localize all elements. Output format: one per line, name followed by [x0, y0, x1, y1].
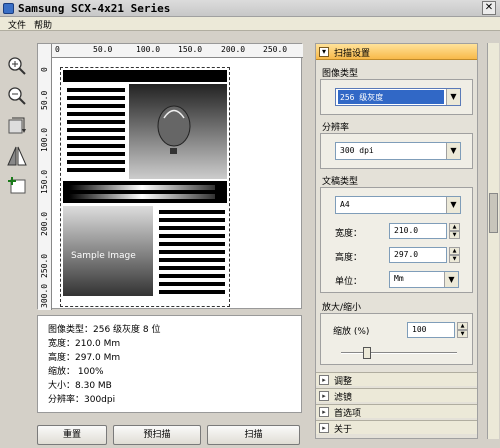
ruler-label: 300.0 [40, 283, 49, 308]
resolution-group: 300 dpi ▼ [320, 133, 473, 169]
height-stepper[interactable]: ▲ ▼ [449, 247, 460, 263]
scrollbar-thumb[interactable] [489, 193, 498, 233]
ruler-label: 50.0 [40, 90, 49, 110]
ruler-label: 150.0 [178, 45, 203, 54]
doc-type-label: 文稿类型 [322, 177, 359, 187]
image-type-group: 256 级灰度 ▼ [320, 79, 473, 115]
flip-icon[interactable] [6, 145, 28, 167]
section-about[interactable]: ▸ 关于 [316, 420, 477, 435]
panel-scrollbar[interactable] [487, 43, 499, 439]
expand-icon[interactable]: ▸ [319, 391, 329, 401]
prescan-button[interactable]: 预扫描 [113, 425, 201, 445]
chevron-down-icon[interactable]: ▼ [446, 197, 460, 213]
resolution-select[interactable]: 300 dpi ▼ [335, 142, 461, 160]
resolution-label: 分辨率 [322, 123, 350, 133]
chevron-down-icon[interactable]: ▼ [444, 272, 458, 287]
zoom-slider-thumb[interactable] [363, 347, 371, 359]
unit-label: 单位： [335, 277, 363, 287]
add-scan-icon[interactable] [6, 175, 28, 197]
section-label: 滤镜 [334, 393, 353, 403]
scan-settings-header[interactable]: ▾ 扫描设置 [316, 44, 477, 60]
width-input[interactable]: 210.0 [389, 223, 447, 239]
unit-value: Mm [394, 274, 404, 283]
ruler-label: 250.0 [40, 253, 49, 278]
doc-type-select[interactable]: A4 ▼ [335, 196, 461, 214]
ruler-label: 250.0 [263, 45, 288, 54]
info-width: 宽度：210.0 Mm [48, 339, 121, 349]
collapse-icon[interactable]: ▾ [319, 47, 329, 57]
scale-group: 缩放 (%) 100 ▲ ▼ [320, 313, 473, 365]
image-type-label: 图像类型 [322, 69, 359, 79]
info-resolution: 分辨率：300dpi [48, 395, 116, 405]
section-filter[interactable]: ▸ 滤镜 [316, 388, 477, 403]
image-info-panel: 图像类型：256 级灰度 8 位 宽度：210.0 Mm 高度：297.0 Mm… [37, 315, 302, 413]
section-label: 调整 [334, 377, 353, 387]
section-adjust[interactable]: ▸ 调整 [316, 372, 477, 387]
ruler-label: 200.0 [40, 211, 49, 236]
ruler-label: 50.0 [93, 45, 113, 54]
width-label: 宽度： [335, 229, 363, 239]
panel-title: 扫描设置 [334, 49, 371, 59]
section-label: 关于 [334, 425, 353, 435]
scale-label: 放大/缩小 [322, 303, 362, 313]
doc-type-value: A4 [340, 200, 350, 209]
image-type-value: 256 级灰度 [340, 93, 384, 102]
zoom-label: 缩放 (%) [333, 327, 370, 337]
section-label: 首选项 [334, 409, 362, 419]
scan-page[interactable]: Sample Image [60, 67, 230, 307]
sample-image-text: Sample Image [71, 251, 136, 261]
menu-bar: 文件 帮助 [0, 17, 500, 31]
zoom-input[interactable]: 100 [407, 322, 455, 338]
expand-icon[interactable]: ▸ [319, 407, 329, 417]
ruler-label: 100.0 [136, 45, 161, 54]
expand-icon[interactable]: ▸ [319, 423, 329, 433]
zoom-slider-track[interactable] [341, 347, 457, 359]
sample-image: Sample Image [61, 68, 229, 306]
expand-icon[interactable]: ▸ [319, 375, 329, 385]
zoom-stepper[interactable]: ▲ ▼ [457, 322, 468, 338]
title-bar: Samsung SCX-4x21 Series ✕ [0, 0, 500, 17]
unit-select[interactable]: Mm ▼ [389, 271, 459, 288]
reset-button[interactable]: 重置 [37, 425, 107, 445]
menu-help[interactable]: 帮助 [34, 18, 52, 31]
zoom-out-icon[interactable] [6, 85, 28, 107]
window-title: Samsung SCX-4x21 Series [18, 2, 171, 15]
chevron-down-icon[interactable]: ▼ [446, 89, 460, 105]
rotate-icon[interactable] [6, 115, 28, 137]
ruler-label: 200.0 [221, 45, 246, 54]
ruler-label: 100.0 [40, 127, 49, 152]
ruler-left: 0 50.0 100.0 150.0 200.0 250.0 300.0 [38, 44, 52, 310]
ruler-label: 0 [40, 67, 49, 72]
ruler-label: 0 [55, 45, 60, 54]
resolution-value: 300 dpi [340, 146, 374, 155]
app-icon [3, 3, 14, 14]
zoom-in-icon[interactable] [6, 55, 28, 77]
chevron-down-icon[interactable]: ▼ [446, 143, 460, 159]
width-stepper[interactable]: ▲ ▼ [449, 223, 460, 239]
scan-button[interactable]: 扫描 [207, 425, 300, 445]
info-size: 大小：8.30 MB [48, 381, 112, 391]
height-input[interactable]: 297.0 [389, 247, 447, 263]
height-label: 高度： [335, 253, 363, 263]
image-type-select[interactable]: 256 级灰度 ▼ [335, 88, 461, 106]
menu-file[interactable]: 文件 [8, 18, 26, 31]
preview-area[interactable]: 0 50.0 100.0 150.0 200.0 250.0 0 50.0 10… [37, 43, 303, 310]
scan-settings-panel: ▾ 扫描设置 图像类型 256 级灰度 ▼ 分辨率 300 dpi ▼ 文稿类型… [315, 43, 478, 439]
info-height: 高度：297.0 Mm [48, 353, 121, 363]
doc-type-group: A4 ▼ 宽度： 210.0 ▲ ▼ 高度： 297.0 ▲ ▼ 单位： Mm ▼ [320, 187, 473, 293]
info-image-type: 图像类型：256 级灰度 8 位 [48, 325, 161, 335]
ruler-top: 0 50.0 100.0 150.0 200.0 250.0 [38, 44, 303, 58]
close-icon[interactable]: ✕ [482, 1, 496, 15]
section-preferences[interactable]: ▸ 首选项 [316, 404, 477, 419]
info-zoom: 缩放： 100% [48, 367, 104, 377]
ruler-label: 150.0 [40, 169, 49, 194]
